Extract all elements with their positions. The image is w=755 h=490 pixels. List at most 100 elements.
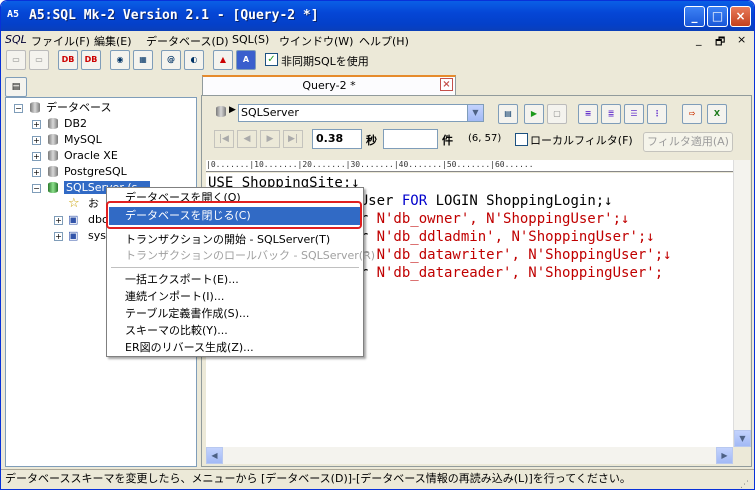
scroll-right-icon[interactable]: ▶: [716, 447, 733, 464]
next-record-icon[interactable]: ▶: [260, 130, 280, 148]
menu-file[interactable]: ファイル(F): [31, 33, 90, 49]
search-icon[interactable]: @: [161, 50, 181, 70]
script-icon[interactable]: ▤: [498, 104, 518, 124]
sys-schema-icon: ▣: [68, 229, 79, 242]
sqlserver-collapse-toggle[interactable]: −: [32, 184, 41, 193]
apply-filter-button[interactable]: フィルタ適用(A): [643, 132, 733, 152]
code-line-2-rest: LOGIN ShoppingLogin;↓: [427, 193, 613, 209]
highlight-annotation: [106, 201, 362, 229]
mdi-close-button[interactable]: ×: [737, 33, 746, 46]
menu-edit[interactable]: 編集(E): [94, 33, 132, 49]
maximize-button[interactable]: □: [707, 6, 728, 27]
oracle-icon: [46, 149, 60, 162]
scroll-left-icon[interactable]: ◀: [206, 447, 223, 464]
close-button[interactable]: ×: [730, 6, 751, 27]
sys-expand-toggle[interactable]: +: [54, 232, 63, 241]
mysql-icon: [46, 133, 60, 146]
menu-item-er-reverse[interactable]: ER図のリバース生成(Z)...: [109, 339, 361, 357]
db-disconnect-icon[interactable]: DB: [81, 50, 101, 70]
code-keyword-for: FOR: [401, 193, 428, 209]
oracle-expand-toggle[interactable]: +: [32, 152, 41, 161]
horizontal-scrollbar[interactable]: ◀ ▶: [206, 447, 733, 464]
tree-toolbar-button[interactable]: ▤: [5, 77, 27, 97]
menu-item-schema-compare[interactable]: スキーマの比較(Y)...: [109, 322, 361, 340]
dbo-expand-toggle[interactable]: +: [54, 216, 63, 225]
menu-separator: [111, 267, 359, 268]
dbo-schema-icon: ▣: [68, 213, 79, 226]
menu-item-table-definition[interactable]: テーブル定義書作成(S)...: [109, 305, 361, 323]
title-bar[interactable]: A5 A5:SQL Mk-2 Version 2.1 - [Query-2 *]…: [1, 1, 754, 31]
connection-db-icon: [214, 105, 228, 118]
tree-item-favorites[interactable]: お: [88, 196, 99, 212]
indent-icon[interactable]: ≣: [601, 104, 621, 124]
db2-icon: [46, 117, 60, 130]
last-record-icon[interactable]: ▶|: [283, 130, 303, 148]
code-line-5-string: N'db_datawriter', N'ShoppingUser';↓: [376, 247, 672, 263]
main-toolbar: ▭ ▭ DB DB ◉ ▦ @ ◐ ▲ A ✓ 非同期SQLを使用: [1, 49, 754, 73]
sqlserver-icon: [46, 181, 60, 194]
minimize-button[interactable]: _: [684, 6, 705, 27]
menu-sql[interactable]: SQL(S): [232, 33, 269, 46]
menu-item-rollback-transaction: トランザクションのロールバック - SQLServer(R): [125, 249, 376, 262]
sql-menu-icon[interactable]: SQL: [5, 33, 27, 46]
tree-item-postgresql[interactable]: PostgreSQL: [64, 164, 127, 180]
tree-item-sys[interactable]: sys: [88, 228, 106, 244]
run-icon[interactable]: ▶: [524, 104, 544, 124]
code-line-4-string: N'db_ddladmin', N'ShoppingUser';↓: [376, 229, 655, 245]
menu-window[interactable]: ウインドウ(W): [279, 33, 353, 49]
stop-icon[interactable]: ▢: [547, 104, 567, 124]
editor-ruler: |0.......|10.......|20.......|30.......|…: [206, 160, 746, 172]
postgresql-icon: [46, 165, 60, 178]
tree-root-databases[interactable]: データベース: [46, 100, 111, 116]
db2-expand-toggle[interactable]: +: [32, 120, 41, 129]
open-file-icon[interactable]: ▭: [29, 50, 49, 70]
menu-database[interactable]: データベース(D): [146, 33, 229, 49]
code-line-6-string: N'db_datareader', N'ShoppingUser';: [376, 265, 664, 281]
tree-item-oracle-xe[interactable]: Oracle XE: [64, 148, 118, 164]
excel-icon[interactable]: X: [707, 104, 727, 124]
resize-grip-icon[interactable]: ⋰: [740, 476, 752, 489]
refresh-icon[interactable]: ◐: [184, 50, 204, 70]
db-connect-icon[interactable]: DB: [58, 50, 78, 70]
grid-icon[interactable]: ▦: [133, 50, 153, 70]
tree-item-mysql[interactable]: MySQL: [64, 132, 102, 148]
menu-help[interactable]: ヘルプ(H): [359, 33, 409, 49]
window-title: A5:SQL Mk-2 Version 2.1 - [Query-2 *]: [29, 8, 319, 23]
row-count-field[interactable]: [383, 129, 438, 149]
tab-query-2[interactable]: Query-2 *: [202, 75, 456, 95]
comment-icon[interactable]: ⋮: [647, 104, 667, 124]
export-icon[interactable]: ⇨: [682, 104, 702, 124]
elapsed-time-field[interactable]: 0.38: [312, 129, 362, 149]
local-filter-label: ローカルフィルタ(F): [530, 134, 633, 147]
tab-close-icon[interactable]: ×: [440, 78, 453, 91]
menu-item-bulk-export[interactable]: 一括エクスポート(E)...: [109, 271, 361, 289]
database-icon[interactable]: ◉: [110, 50, 130, 70]
outdent-icon[interactable]: ☰: [624, 104, 644, 124]
prev-record-icon[interactable]: ◀: [237, 130, 257, 148]
local-filter-checkbox[interactable]: [515, 133, 528, 146]
vertical-scrollbar[interactable]: ▼: [733, 160, 751, 447]
root-collapse-toggle[interactable]: −: [14, 104, 23, 113]
connection-select-value: SQLServer: [241, 106, 299, 119]
font-icon[interactable]: A: [236, 50, 256, 70]
connection-select[interactable]: SQLServer ▼: [238, 104, 484, 122]
mysql-expand-toggle[interactable]: +: [32, 136, 41, 145]
app-icon: A5: [7, 9, 20, 20]
new-file-icon[interactable]: ▭: [6, 50, 26, 70]
er-diagram-icon[interactable]: ▲: [213, 50, 233, 70]
editor-tabstrip: Query-2 * ×: [202, 75, 456, 95]
postgresql-expand-toggle[interactable]: +: [32, 168, 41, 177]
scroll-down-icon[interactable]: ▼: [734, 430, 751, 447]
status-text: データベーススキーマを変更したら、メニューから [データベース(D)]-[データ…: [5, 472, 631, 485]
mdi-minimize-button[interactable]: _: [696, 33, 702, 46]
menu-item-continuous-import[interactable]: 連続インポート(I)...: [109, 288, 361, 306]
chevron-down-icon[interactable]: ▼: [467, 105, 483, 121]
database-root-icon: [28, 101, 42, 114]
tree-item-db2[interactable]: DB2: [64, 116, 87, 132]
rows-unit-label: 件: [442, 134, 453, 147]
async-sql-checkbox[interactable]: ✓: [265, 53, 278, 66]
code-line-3-string: N'db_owner', N'ShoppingUser';↓: [376, 211, 630, 227]
cursor-position-label: (6, 57): [468, 133, 502, 144]
format-sql-icon[interactable]: ≡: [578, 104, 598, 124]
first-record-icon[interactable]: |◀: [214, 130, 234, 148]
